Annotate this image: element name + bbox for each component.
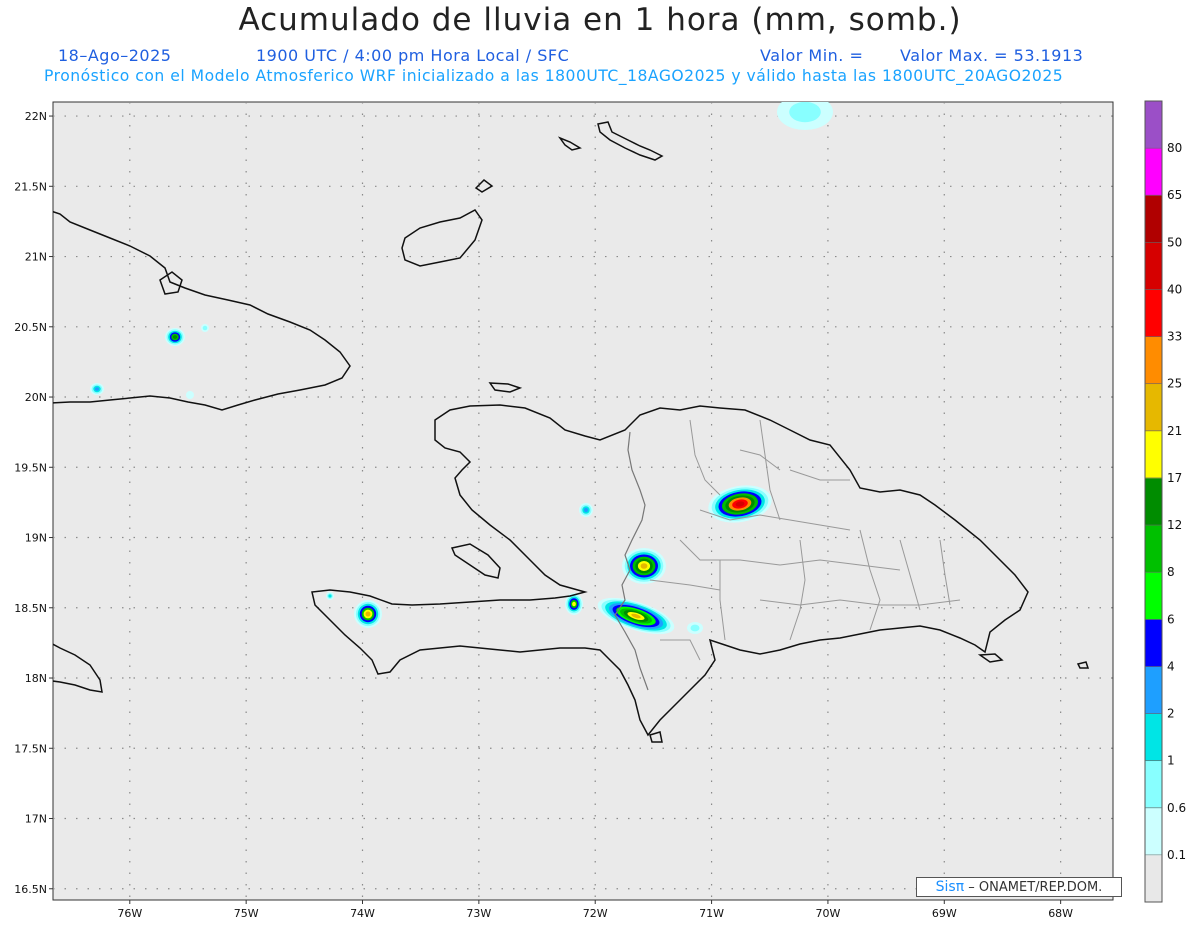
lon-tick-label: 72W <box>583 907 608 920</box>
rain-contour <box>789 102 821 123</box>
legend-level-label: 17 <box>1167 471 1182 485</box>
legend-swatch <box>1145 760 1162 809</box>
rain-contour <box>365 611 371 617</box>
lon-tick-label: 71W <box>699 907 724 920</box>
legend-level-label: 4 <box>1167 659 1175 673</box>
lon-tick-label: 68W <box>1048 907 1073 920</box>
legend-level-label: 25 <box>1167 377 1182 391</box>
legend-swatch <box>1145 430 1162 479</box>
lon-tick-label: 75W <box>234 907 259 920</box>
rain-contour <box>94 387 100 391</box>
legend-swatch <box>1145 336 1162 385</box>
legend-level-label: 40 <box>1167 282 1182 296</box>
lat-tick-label: 17N <box>25 813 47 826</box>
legend-level-label: 65 <box>1167 188 1182 202</box>
legend-swatch <box>1145 148 1162 196</box>
lon-tick-label: 76W <box>117 907 142 920</box>
legend-level-label: 80 <box>1167 141 1182 155</box>
rain-contour <box>690 624 700 632</box>
lat-tick-label: 18N <box>25 672 47 685</box>
lat-tick-label: 17.5N <box>14 742 47 755</box>
lat-tick-label: 21.5N <box>14 180 47 193</box>
legend-swatch <box>1145 289 1162 337</box>
legend-swatch <box>1145 242 1162 290</box>
legend-level-label: 50 <box>1167 235 1182 249</box>
legend-swatch <box>1145 195 1162 243</box>
legend-swatch <box>1145 666 1162 714</box>
rainfall-map: 22N 21.5N 21N 20.5N 20N 19.5N 19N 18.5N 18N 17.5N… <box>14 100 1186 920</box>
legend-swatch <box>1145 525 1162 573</box>
legend-swatch <box>1145 854 1162 903</box>
rain-contour <box>202 325 208 331</box>
legend-swatch <box>1145 572 1162 620</box>
lat-tick-label: 19.5N <box>14 461 47 474</box>
lon-tick-label: 69W <box>932 907 957 920</box>
lat-tick-label: 16.5N <box>14 883 47 896</box>
lat-tick-label: 21N <box>25 251 47 264</box>
lat-tick-label: 19N <box>25 532 47 545</box>
rain-contour <box>572 601 576 607</box>
lon-tick-label: 74W <box>350 907 375 920</box>
lat-tick-label: 20.5N <box>14 321 47 334</box>
legend-level-label: 8 <box>1167 565 1175 579</box>
sispi-logo: Sisπ <box>935 879 965 895</box>
legend-swatch <box>1145 807 1162 856</box>
legend-level-label: 0.6 <box>1167 801 1186 815</box>
rain-contour <box>328 594 332 598</box>
legend-level-label: 6 <box>1167 612 1175 626</box>
legend-swatch <box>1145 713 1162 762</box>
credit-box: Sisπ – ONAMET/REP.DOM. <box>916 877 1122 897</box>
credit-text: – ONAMET/REP.DOM. <box>968 880 1103 895</box>
legend-swatch <box>1145 383 1162 432</box>
lon-tick-label: 73W <box>466 907 491 920</box>
lat-tick-label: 20N <box>25 391 47 404</box>
legend-level-label: 12 <box>1167 518 1182 532</box>
rain-contour <box>640 563 648 569</box>
legend-level-label: 33 <box>1167 330 1182 344</box>
legend-level-label: 21 <box>1167 424 1182 438</box>
lon-tick-label: 70W <box>815 907 840 920</box>
lat-tick-label: 22N <box>25 110 47 123</box>
legend-swatch <box>1145 619 1162 667</box>
legend-swatch <box>1145 477 1162 526</box>
legend-level-label: 2 <box>1167 707 1175 721</box>
map-frame <box>52 101 1114 901</box>
rain-contour <box>583 507 589 513</box>
legend-level-label: 0.1 <box>1167 848 1186 862</box>
legend-level-label: 1 <box>1167 754 1175 768</box>
rain-contour <box>186 391 194 399</box>
legend-colorbar: 0.10.612468121721253340506580 <box>1144 100 1186 903</box>
lat-tick-label: 18.5N <box>14 602 47 615</box>
legend-swatch <box>1145 101 1162 149</box>
rain-contour <box>172 335 178 339</box>
